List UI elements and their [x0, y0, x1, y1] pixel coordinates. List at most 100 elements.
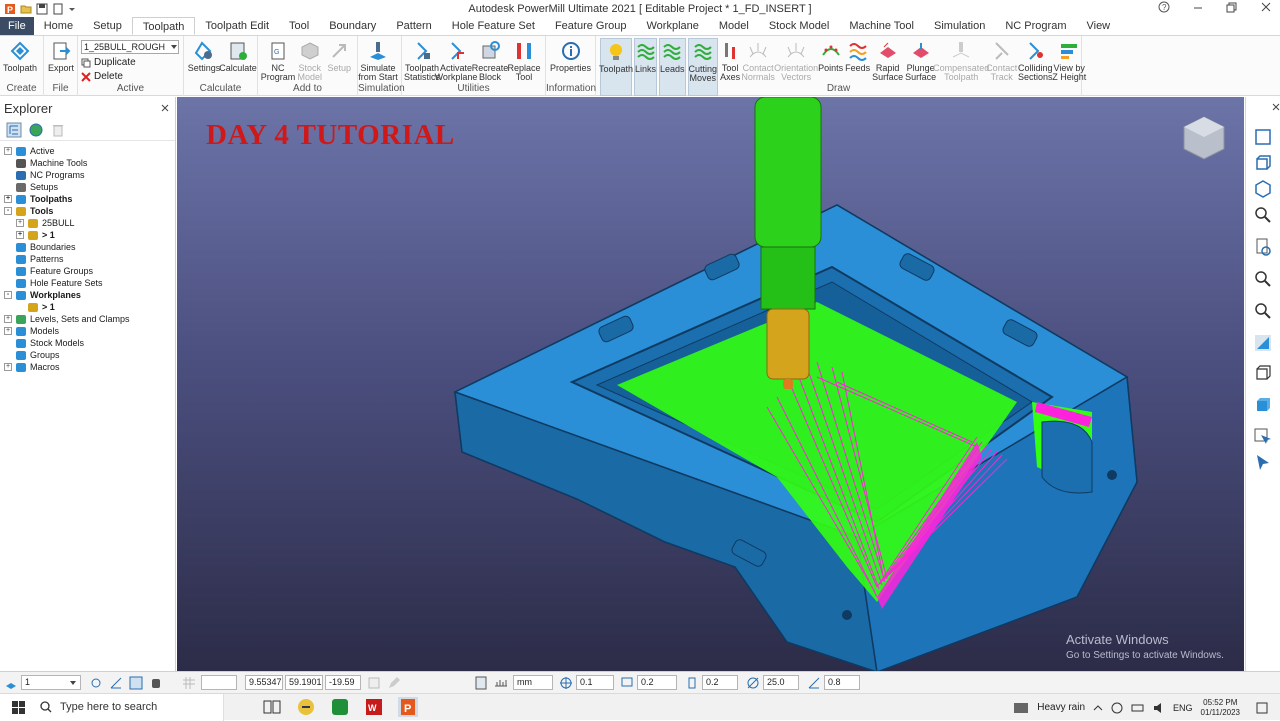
stock-allowance-field[interactable]: 0.2 — [637, 675, 677, 690]
graphics-viewport[interactable]: DAY 4 TUTORIAL Activate Windows Go to Se… — [177, 97, 1244, 671]
select-arrow-box-icon[interactable] — [1253, 427, 1273, 447]
task-view-icon[interactable] — [262, 697, 282, 717]
grid-icon[interactable] — [182, 676, 196, 690]
iso-cube-view-icon[interactable] — [1253, 179, 1273, 199]
expand-toggle-icon[interactable]: + — [4, 363, 12, 371]
tab-file[interactable]: File — [0, 17, 34, 35]
iso-box-view-icon[interactable] — [1253, 153, 1273, 173]
tree-item[interactable]: Patterns — [0, 253, 175, 265]
close-explorer-icon[interactable] — [161, 104, 169, 112]
tree-item[interactable]: Setups — [0, 181, 175, 193]
expand-toggle-icon[interactable]: + — [16, 231, 24, 239]
expand-toggle-icon[interactable]: + — [4, 327, 12, 335]
close-view-toolbar-icon[interactable] — [1272, 103, 1280, 111]
collapse-toggle-icon[interactable]: - — [4, 207, 12, 215]
select-arrow-icon[interactable] — [1253, 453, 1273, 473]
z-coordinate[interactable]: -19.59 — [325, 675, 361, 690]
x-coordinate[interactable]: 9.55347 — [245, 675, 283, 690]
tree-view-icon[interactable] — [6, 122, 22, 138]
tray-overflow-icon[interactable] — [1093, 703, 1103, 713]
tree-item[interactable]: + Levels, Sets and Clamps — [0, 313, 175, 325]
stepover-icon[interactable] — [807, 676, 821, 690]
tab-simulation[interactable]: Simulation — [924, 17, 995, 35]
zoom-extents-icon[interactable] — [1253, 269, 1273, 289]
page-refresh-icon[interactable] — [1253, 237, 1273, 257]
diameter-icon[interactable] — [746, 676, 760, 690]
tab-toolpath[interactable]: Toolpath — [131, 17, 196, 35]
tree-item[interactable]: - Tools — [0, 205, 175, 217]
expand-toggle-icon[interactable]: + — [16, 219, 24, 227]
wireframe-view-icon[interactable] — [1253, 363, 1273, 383]
windows-start-icon[interactable] — [12, 701, 26, 715]
shaded-box-icon[interactable] — [1253, 395, 1273, 415]
expand-toggle-icon[interactable]: + — [4, 195, 12, 203]
duplicate-button[interactable]: Duplicate — [81, 57, 179, 68]
snap-icon[interactable] — [89, 676, 103, 690]
minimize-icon[interactable] — [1192, 1, 1204, 13]
restore-icon[interactable] — [1226, 1, 1238, 13]
tolerance-field[interactable]: 0.1 — [576, 675, 614, 690]
tab-machine-tool[interactable]: Machine Tool — [839, 17, 924, 35]
tab-model[interactable]: Model — [709, 17, 759, 35]
tab-home[interactable]: Home — [34, 17, 83, 35]
y-coordinate[interactable]: 59.1901 — [285, 675, 323, 690]
front-view-icon[interactable] — [1253, 127, 1273, 147]
shaded-view-icon[interactable] — [1253, 333, 1273, 353]
tree-item[interactable]: + > 1 — [0, 229, 175, 241]
tree-item[interactable]: + Macros — [0, 361, 175, 373]
tree-item[interactable]: Hole Feature Sets — [0, 277, 175, 289]
globe-icon[interactable] — [28, 122, 44, 138]
tab-feature-group[interactable]: Feature Group — [545, 17, 637, 35]
close-icon[interactable] — [1260, 1, 1272, 13]
units-field[interactable]: mm — [513, 675, 553, 690]
trash-icon[interactable] — [50, 122, 66, 138]
taskbar-search-box[interactable]: Type here to search — [0, 693, 224, 721]
tree-item[interactable]: - Workplanes — [0, 289, 175, 301]
zoom-box-icon[interactable] — [1253, 301, 1273, 321]
volume-icon[interactable] — [1153, 702, 1165, 714]
tree-item[interactable]: Boundaries — [0, 241, 175, 253]
language-indicator[interactable]: ENG — [1173, 703, 1193, 713]
hand-icon[interactable] — [149, 676, 163, 690]
stepover-field[interactable]: 0.8 — [824, 675, 860, 690]
tree-item[interactable]: + Toolpaths — [0, 193, 175, 205]
tree-item[interactable]: > 1 — [0, 301, 175, 313]
expand-toggle-icon[interactable]: + — [4, 315, 12, 323]
axial-allowance-field[interactable]: 0.2 — [702, 675, 738, 690]
tab-stock-model[interactable]: Stock Model — [759, 17, 840, 35]
tab-workplane[interactable]: Workplane — [636, 17, 708, 35]
level-select[interactable]: 1 — [21, 675, 81, 690]
weather-icon[interactable] — [1013, 701, 1029, 715]
tree-item[interactable]: + Active — [0, 145, 175, 157]
tab-view[interactable]: View — [1076, 17, 1120, 35]
active-toolpath-dropdown[interactable]: 1_25BULL_ROUGH — [81, 40, 179, 54]
tab-nc-program[interactable]: NC Program — [995, 17, 1076, 35]
tree-item[interactable]: Feature Groups — [0, 265, 175, 277]
axial-allowance-icon[interactable] — [685, 676, 699, 690]
notification-icon[interactable] — [1256, 702, 1268, 714]
clock[interactable]: 05:52 PM 01/11/2023 — [1201, 698, 1240, 718]
tree-item[interactable]: NC Programs — [0, 169, 175, 181]
app-yellow-icon[interactable] — [296, 697, 316, 717]
pencil-icon[interactable] — [387, 676, 401, 690]
workplane-axes-icon[interactable] — [109, 676, 123, 690]
view-cube[interactable] — [1179, 113, 1229, 163]
network-icon[interactable] — [1111, 702, 1123, 714]
delete-button[interactable]: Delete — [81, 71, 179, 82]
expand-toggle-icon[interactable]: + — [4, 147, 12, 155]
grid-snap-icon[interactable] — [129, 676, 143, 690]
app-red-icon[interactable]: W — [364, 697, 384, 717]
units-icon[interactable] — [494, 676, 508, 690]
tree-item[interactable]: + Models — [0, 325, 175, 337]
tab-setup[interactable]: Setup — [83, 17, 132, 35]
help-icon[interactable]: ? — [1158, 1, 1170, 13]
tree-item[interactable]: +25BULL — [0, 217, 175, 229]
stock-allowance-icon[interactable] — [620, 676, 634, 690]
cursor-mode-icon[interactable] — [367, 676, 381, 690]
tolerance-icon[interactable] — [559, 676, 573, 690]
app-green-icon[interactable] — [330, 697, 350, 717]
tree-item[interactable]: Stock Models — [0, 337, 175, 349]
calculator-small-icon[interactable] — [474, 676, 488, 690]
powermill-taskbar-icon[interactable]: P — [398, 697, 418, 717]
tree-item[interactable]: Machine Tools — [0, 157, 175, 169]
